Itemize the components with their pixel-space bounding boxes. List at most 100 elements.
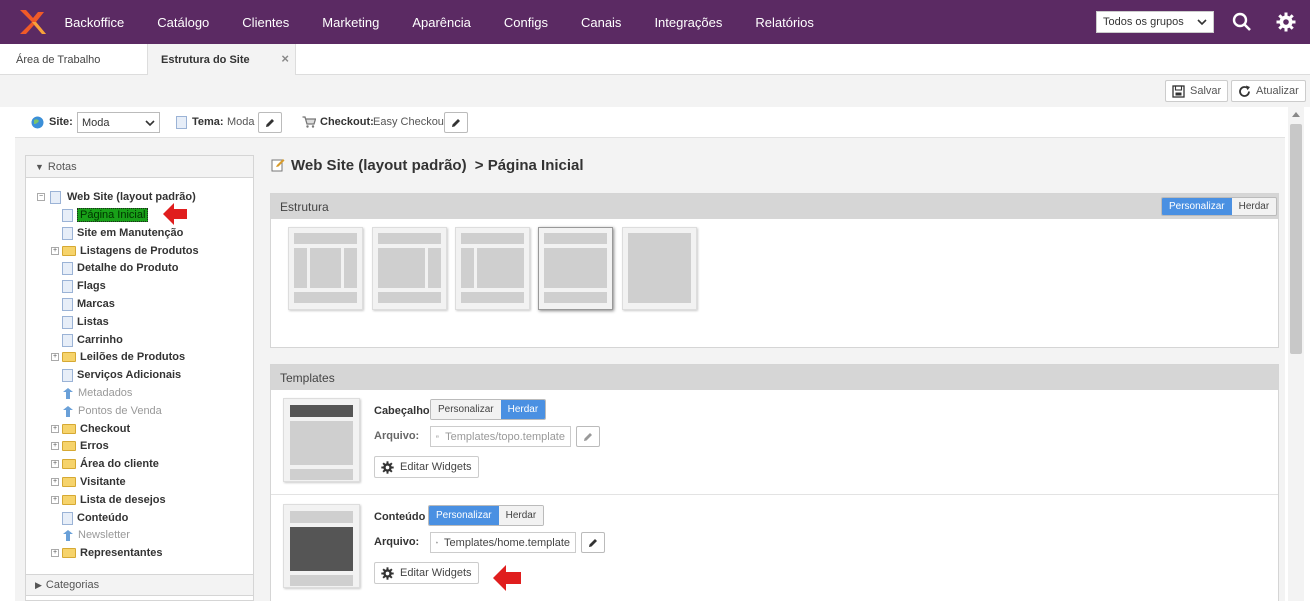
save-button[interactable]: Salvar <box>1165 80 1229 102</box>
page-title-sep: > <box>474 157 484 174</box>
content-inherit-button[interactable]: Herdar <box>498 506 544 525</box>
gear-icon[interactable] <box>1276 12 1296 32</box>
tree-item[interactable]: Área do cliente <box>62 456 159 472</box>
scroll-up-icon[interactable] <box>1291 111 1301 118</box>
structure-panel: Estrutura Personalizar Herdar <box>270 193 1279 348</box>
nav-marketing[interactable]: Marketing <box>306 15 396 30</box>
save-label: Salvar <box>1190 85 1222 97</box>
header-edit-widgets-button[interactable]: Editar Widgets <box>374 456 479 478</box>
page-icon <box>176 116 187 129</box>
tab-label: Área de Trabalho <box>16 53 101 66</box>
folder-icon <box>62 459 76 469</box>
nav-canais[interactable]: Canais <box>564 15 637 30</box>
pencil-icon <box>584 432 592 441</box>
tree-toggle-icon[interactable]: − <box>37 193 45 201</box>
logo-icon[interactable] <box>18 8 46 36</box>
tree-expand-icon[interactable]: + <box>51 442 59 450</box>
edit-header-file-button[interactable] <box>576 426 600 447</box>
site-select[interactable]: Moda <box>77 112 160 133</box>
tree-item-label: Visitante <box>80 476 126 488</box>
layout-option-left-sidebar[interactable] <box>455 227 530 310</box>
routes-label: Rotas <box>47 160 77 173</box>
tree-item[interactable]: Checkout <box>62 421 130 437</box>
tree-item[interactable]: Leilões de Produtos <box>62 349 185 365</box>
edit-content-file-button[interactable] <box>581 532 605 553</box>
tree-item[interactable]: Listas <box>62 314 109 330</box>
nav-configs[interactable]: Configs <box>487 15 564 30</box>
tree-item[interactable]: Flags <box>62 278 106 294</box>
group-select[interactable]: Todos os grupos <box>1096 11 1214 33</box>
tree-expand-icon[interactable]: + <box>51 353 59 361</box>
structure-toggle: Personalizar Herdar <box>1161 197 1278 216</box>
nav-clientes[interactable]: Clientes <box>226 15 306 30</box>
tree-item[interactable]: Marcas <box>62 296 115 312</box>
page-icon <box>62 261 73 275</box>
scroll-thumb[interactable] <box>1290 124 1302 354</box>
content-customize-button[interactable]: Personalizar <box>429 506 499 525</box>
layout-option-single-column[interactable] <box>538 227 613 310</box>
nav-catalogo[interactable]: Catálogo <box>141 15 226 30</box>
edit-checkout-button[interactable] <box>444 112 468 133</box>
tree-item-label: Newsletter <box>78 529 130 541</box>
tree-item-label: Leilões de Produtos <box>80 351 186 363</box>
tree-item[interactable]: Site em Manutenção <box>62 225 183 241</box>
scrollbar[interactable] <box>1288 107 1304 601</box>
content-edit-widgets-button[interactable]: Editar Widgets <box>374 562 479 584</box>
structure-customize-button[interactable]: Personalizar <box>1162 198 1232 215</box>
refresh-label: Atualizar <box>1256 85 1299 97</box>
folder-open-icon <box>436 435 440 438</box>
header-customize-button[interactable]: Personalizar <box>431 400 501 419</box>
left-panel: ▼ Rotas − Web Site (layout padrão) Págin… <box>25 155 254 601</box>
structure-title: Estrutura <box>280 199 329 214</box>
folder-icon <box>62 548 76 558</box>
tree-item[interactable]: Pontos de Venda <box>62 403 162 419</box>
tree-expand-icon[interactable]: + <box>51 460 59 468</box>
close-icon[interactable]: × <box>281 51 289 66</box>
tree-item[interactable]: Conteúdo <box>62 510 128 526</box>
nav-integracoes[interactable]: Integrações <box>638 15 739 30</box>
tree-item-label: Erros <box>80 440 109 452</box>
layout-option-right-sidebar[interactable] <box>372 227 447 310</box>
tab-estrutura-do-site[interactable]: Estrutura do Site × <box>147 44 296 75</box>
categories-header[interactable]: ▶ Categorias <box>26 574 253 596</box>
edit-theme-button[interactable] <box>258 112 282 133</box>
header-inherit-button[interactable]: Herdar <box>500 400 546 419</box>
folder-icon <box>62 477 76 487</box>
layout-option-full[interactable] <box>622 227 697 310</box>
tree-item[interactable]: Carrinho <box>62 332 123 348</box>
tree-item[interactable]: Página Inicial <box>62 207 149 223</box>
redirect-icon <box>62 405 74 418</box>
structure-inherit-button[interactable]: Herdar <box>1231 198 1277 215</box>
templates-title: Templates <box>280 370 335 385</box>
tree-expand-icon[interactable]: + <box>51 247 59 255</box>
tree-item[interactable]: Lista de desejos <box>62 492 166 508</box>
tree-expand-icon[interactable]: + <box>51 478 59 486</box>
tree-item[interactable]: Serviços Adicionais <box>62 367 181 383</box>
folder-icon <box>62 441 76 451</box>
nav-aparencia[interactable]: Aparência <box>396 15 488 30</box>
header-template-thumb <box>283 398 360 482</box>
tab-label: Estrutura do Site <box>161 53 250 66</box>
tab-area-de-trabalho[interactable]: Área de Trabalho <box>16 44 100 75</box>
tree-item[interactable]: Listagens de Produtos <box>62 243 199 259</box>
page-icon <box>62 511 73 525</box>
page-icon <box>62 226 73 240</box>
tree-expand-icon[interactable]: + <box>51 496 59 504</box>
refresh-button[interactable]: Atualizar <box>1231 80 1306 102</box>
nav-relatorios[interactable]: Relatórios <box>739 15 831 30</box>
tree-item[interactable]: Representantes <box>62 545 163 561</box>
refresh-icon <box>1239 85 1250 97</box>
tree-item[interactable]: Erros <box>62 438 109 454</box>
tree-item[interactable]: Visitante <box>62 474 126 490</box>
search-icon[interactable] <box>1232 12 1252 32</box>
nav-backoffice[interactable]: Backoffice <box>48 15 141 30</box>
tree-item-label: Pontos de Venda <box>78 405 162 417</box>
tree-item[interactable]: Detalhe do Produto <box>62 260 178 276</box>
tree-item[interactable]: Newsletter <box>62 527 130 543</box>
tree-item-label: Listas <box>77 316 109 328</box>
routes-header[interactable]: ▼ Rotas <box>26 156 253 178</box>
tree-item[interactable]: Metadados <box>62 385 132 401</box>
tree-expand-icon[interactable]: + <box>51 549 59 557</box>
layout-option-three-columns[interactable] <box>288 227 363 310</box>
tree-expand-icon[interactable]: + <box>51 425 59 433</box>
